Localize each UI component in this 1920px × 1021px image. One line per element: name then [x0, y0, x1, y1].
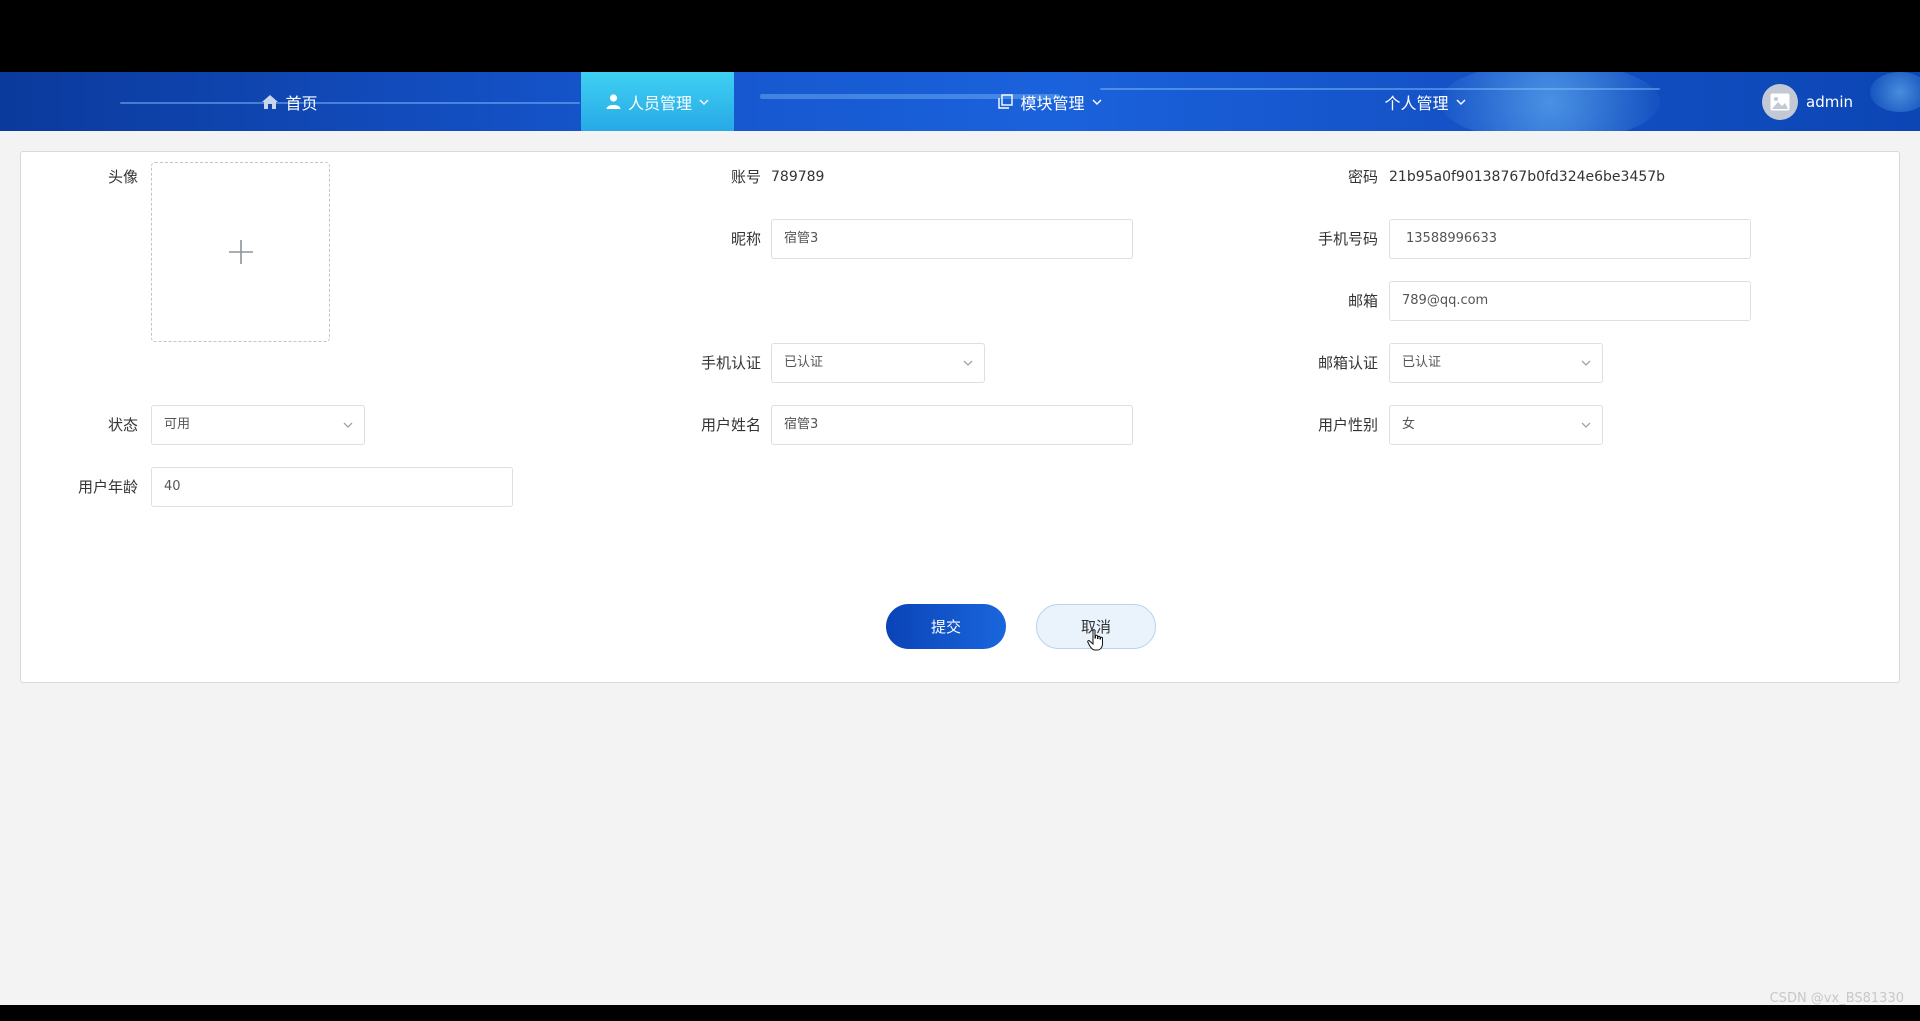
password-value: 21b95a0f90138767b0fd324e6be3457b [1389, 169, 1666, 185]
status-label: 状态 [107, 416, 138, 434]
realname-label: 用户姓名 [700, 416, 761, 434]
nickname-input[interactable]: 宿管3 [771, 219, 1133, 259]
email-auth-value: 已认证 [1402, 355, 1442, 370]
plus-icon [228, 240, 253, 264]
account-label: 账号 [730, 168, 761, 186]
age-input[interactable]: 40 [151, 467, 513, 507]
nav-personal[interactable]: 个人管理 [1375, 72, 1475, 131]
email-label: 邮箱 [1347, 292, 1378, 310]
nav-decoration [120, 102, 580, 104]
nav-home[interactable]: 首页 [230, 72, 350, 131]
email-auth-select[interactable]: 已认证 [1389, 343, 1603, 383]
account-value: 789789 [771, 169, 825, 185]
avatar-label: 头像 [107, 168, 138, 186]
chevron-down-icon [699, 99, 709, 105]
watermark: CSDN @vx_BS81330 [1769, 991, 1904, 1006]
image-icon [1770, 93, 1790, 110]
username: admin [1806, 92, 1853, 111]
phone-auth-value: 已认证 [784, 355, 824, 370]
copy-icon [998, 94, 1014, 109]
chevron-down-icon [963, 360, 973, 366]
nickname-label: 昵称 [730, 230, 761, 248]
nav-personnel-label: 人员管理 [627, 93, 692, 113]
chevron-down-icon [343, 422, 353, 428]
top-navbar: 首页 人员管理 模块管理 个人管理 admin [0, 72, 1920, 131]
gender-select[interactable]: 女 [1389, 405, 1603, 445]
email-auth-label: 邮箱认证 [1317, 354, 1378, 372]
nav-personnel[interactable]: 人员管理 [581, 72, 734, 131]
phone-input[interactable]: 13588996633 [1389, 219, 1751, 259]
status-select[interactable]: 可用 [151, 405, 365, 445]
phone-label: 手机号码 [1317, 230, 1378, 248]
submit-button[interactable]: 提交 [886, 604, 1006, 649]
nav-modules[interactable]: 模块管理 [985, 72, 1115, 131]
chevron-down-icon [1581, 422, 1591, 428]
avatar-uploader[interactable] [151, 162, 330, 342]
page-body: 头像 账号 789789 密码 21b95a0f90138767b0fd324e… [0, 131, 1920, 1005]
avatar [1762, 83, 1798, 120]
user-icon [606, 94, 621, 109]
chevron-down-icon [1092, 99, 1101, 105]
phone-auth-label: 手机认证 [700, 354, 761, 372]
age-label: 用户年龄 [77, 478, 138, 496]
gender-label: 用户性别 [1317, 416, 1378, 434]
user-menu[interactable]: admin [1762, 72, 1853, 131]
chevron-down-icon [1581, 360, 1591, 366]
status-value: 可用 [164, 417, 191, 432]
email-input[interactable]: 789@qq.com [1389, 281, 1751, 321]
password-label: 密码 [1347, 168, 1378, 186]
nav-modules-label: 模块管理 [1020, 93, 1085, 113]
home-icon [262, 94, 279, 109]
phone-auth-select[interactable]: 已认证 [771, 343, 985, 383]
user-edit-form: 头像 账号 789789 密码 21b95a0f90138767b0fd324e… [20, 151, 1900, 683]
nav-personal-label: 个人管理 [1384, 93, 1449, 113]
chevron-down-icon [1456, 99, 1465, 105]
nav-home-label: 首页 [285, 93, 318, 113]
top-black-bar [0, 0, 1920, 72]
bottom-black-bar [0, 1005, 1920, 1021]
hand-cursor-icon [1087, 629, 1103, 651]
gender-value: 女 [1402, 417, 1416, 432]
realname-input[interactable]: 宿管3 [771, 405, 1133, 445]
nav-decoration [1870, 72, 1920, 112]
